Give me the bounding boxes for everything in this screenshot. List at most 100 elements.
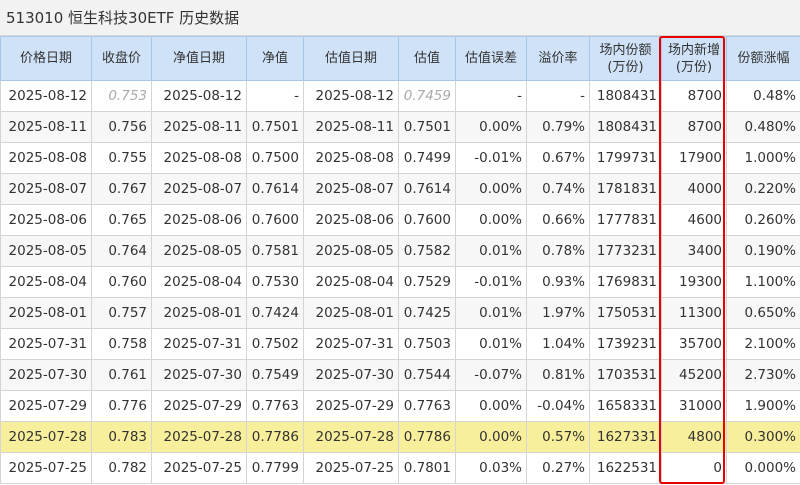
table-cell: 2025-08-11 <box>303 111 399 143</box>
column-header[interactable]: 净值日期 <box>151 36 247 81</box>
table-cell: 0.7501 <box>398 111 456 143</box>
table-cell: 0.01% <box>455 297 527 329</box>
column-header-label: 场内新增 <box>667 42 720 58</box>
table-cell: 4000 <box>661 173 727 205</box>
table-cell: 0.000% <box>726 452 800 484</box>
table-cell: 0.757 <box>91 297 152 329</box>
table-cell: 0.66% <box>526 204 590 236</box>
table-cell: 2025-08-06 <box>0 204 92 236</box>
table-cell: 1799731 <box>589 142 662 174</box>
column-header[interactable]: 份额涨幅 <box>726 36 800 81</box>
table-cell: 0.00% <box>455 173 527 205</box>
table-cell: 1627331 <box>589 421 662 453</box>
table-cell: 0.7786 <box>398 421 456 453</box>
table-cell: 2.100% <box>726 328 800 360</box>
table-cell: 0.7500 <box>246 142 304 174</box>
column-header[interactable]: 场内份额 (万份) <box>589 36 662 81</box>
table-cell: 2025-07-30 <box>303 359 399 391</box>
table-cell: 2025-08-07 <box>303 173 399 205</box>
table-cell: 0.00% <box>455 111 527 143</box>
table-cell: 1.97% <box>526 297 590 329</box>
table-cell: 3400 <box>661 235 727 267</box>
column-header[interactable]: 溢价率 <box>526 36 590 81</box>
table-cell: 1808431 <box>589 111 662 143</box>
table-cell: 4800 <box>661 421 727 453</box>
column-header-label: 份额涨幅 <box>737 51 790 66</box>
table-cell: 0.7502 <box>246 328 304 360</box>
table-cell: - <box>526 80 590 112</box>
table-cell: 17900 <box>661 142 727 174</box>
column-header[interactable]: 收盘价 <box>91 36 152 81</box>
table-cell: 0.7763 <box>398 390 456 422</box>
table-cell: 4600 <box>661 204 727 236</box>
column-header-label: (万份) <box>607 59 644 75</box>
table-cell: 0.7600 <box>246 204 304 236</box>
table-cell: 0 <box>661 452 727 484</box>
column-header[interactable]: 价格日期 <box>0 36 92 81</box>
column-header[interactable]: 估值误差 <box>455 36 527 81</box>
table-cell: 1622531 <box>589 452 662 484</box>
table-cell: 0.190% <box>726 235 800 267</box>
table-row: 2025-08-11 0.756 2025-08-11 0.7501 2025-08-1… <box>0 111 800 143</box>
table-cell: 1.100% <box>726 266 800 298</box>
table-cell: 0.758 <box>91 328 152 360</box>
table-cell: -0.07% <box>455 359 527 391</box>
column-header[interactable]: 场内新增 (万份) <box>661 36 727 81</box>
table-cell: 0.7799 <box>246 452 304 484</box>
table-row: 2025-08-04 0.760 2025-08-04 0.7530 2025-08-0… <box>0 266 800 298</box>
table-cell: 2025-07-30 <box>0 359 92 391</box>
table-cell: 0.48% <box>726 80 800 112</box>
table-cell: 0.7581 <box>246 235 304 267</box>
page-title: 513010 恒生科技30ETF 历史数据 <box>0 0 800 36</box>
table-cell: 2025-08-08 <box>151 142 247 174</box>
table-cell: 2025-07-31 <box>0 328 92 360</box>
column-header-label: 估值误差 <box>464 51 517 66</box>
table-cell: 0.7549 <box>246 359 304 391</box>
table-cell: 0.765 <box>91 204 152 236</box>
table-cell: 1769831 <box>589 266 662 298</box>
table-cell: 2025-08-11 <box>0 111 92 143</box>
table-row: 2025-08-12 0.753 2025-08-12-2025-08-12 0.74… <box>0 80 800 112</box>
table-cell: 2025-07-29 <box>151 390 247 422</box>
table-cell: 0.755 <box>91 142 152 174</box>
table-cell: 2025-07-30 <box>151 359 247 391</box>
table-cell: 0.220% <box>726 173 800 205</box>
table-cell: 0.7459 <box>398 80 456 112</box>
table-cell: 0.01% <box>455 235 527 267</box>
table-cell: 2025-08-05 <box>303 235 399 267</box>
table-cell: 1.900% <box>726 390 800 422</box>
table-cell: 8700 <box>661 111 727 143</box>
table-cell: 2025-07-28 <box>303 421 399 453</box>
table-cell: 2025-07-28 <box>151 421 247 453</box>
table-row: 2025-08-05 0.764 2025-08-05 0.7581 2025-08-0… <box>0 235 800 267</box>
table-cell: 0.7582 <box>398 235 456 267</box>
table-cell: 2025-08-11 <box>151 111 247 143</box>
column-header[interactable]: 估值 <box>398 36 456 81</box>
table-cell: 1750531 <box>589 297 662 329</box>
table-cell: 0.300% <box>726 421 800 453</box>
table-cell: 8700 <box>661 80 727 112</box>
table-cell: 2025-08-05 <box>0 235 92 267</box>
table-cell: 2025-07-25 <box>151 452 247 484</box>
column-header[interactable]: 估值日期 <box>303 36 399 81</box>
table-cell: 0.01% <box>455 328 527 360</box>
table-cell: 0.782 <box>91 452 152 484</box>
table-cell: - <box>455 80 527 112</box>
table-row: 2025-08-07 0.767 2025-08-07 0.7614 2025-08-0… <box>0 173 800 205</box>
table-cell: 1773231 <box>589 235 662 267</box>
table-cell: 2025-07-31 <box>303 328 399 360</box>
table-row: 2025-07-30 0.761 2025-07-30 0.7549 2025-07-3… <box>0 359 800 391</box>
column-header-label: 场内份额 <box>599 42 652 58</box>
table-cell: 2025-07-28 <box>0 421 92 453</box>
table-cell: 2025-08-08 <box>0 142 92 174</box>
table-row: 2025-08-06 0.765 2025-08-06 0.7600 2025-08-0… <box>0 204 800 236</box>
table-cell: 0.81% <box>526 359 590 391</box>
table-row: 2025-07-28 0.783 2025-07-28 0.7786 2025-07-2… <box>0 421 800 453</box>
table-cell: 2.730% <box>726 359 800 391</box>
column-header-label: 估值日期 <box>324 51 377 66</box>
table-cell: 2025-08-01 <box>303 297 399 329</box>
table-cell: 2025-08-05 <box>151 235 247 267</box>
column-header[interactable]: 净值 <box>246 36 304 81</box>
table-cell: 1.000% <box>726 142 800 174</box>
table-cell: 0.7614 <box>246 173 304 205</box>
